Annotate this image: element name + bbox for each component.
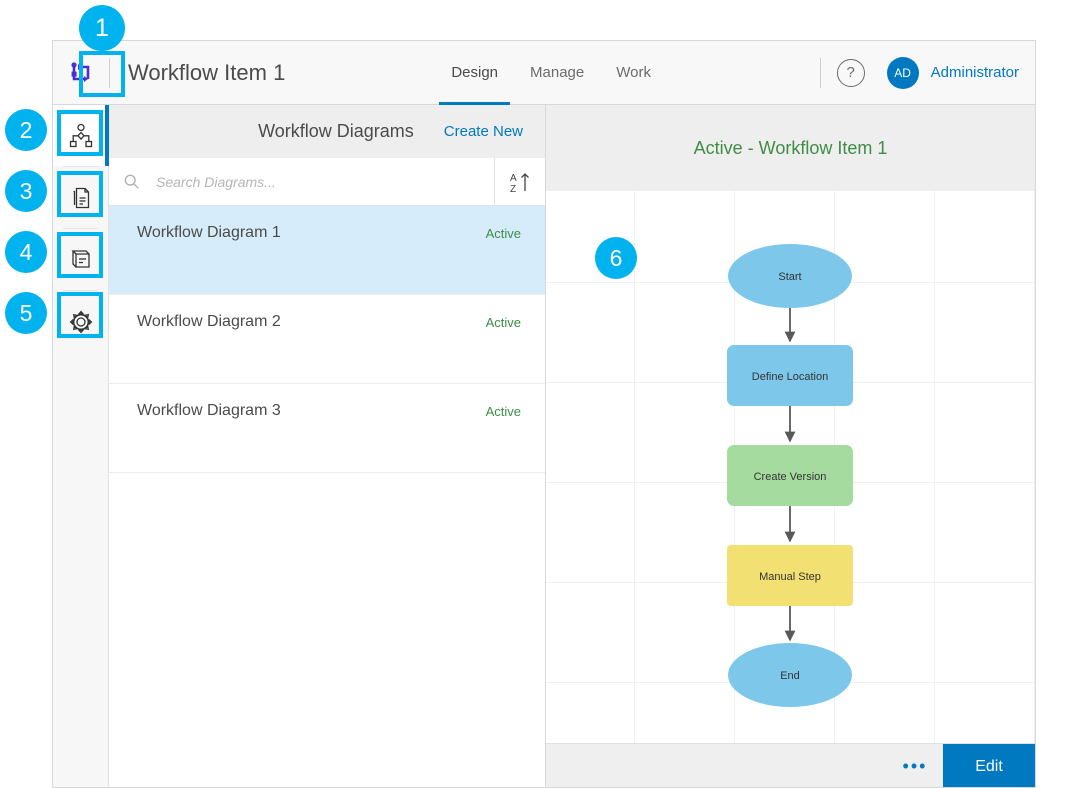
status-badge: Active	[486, 224, 521, 241]
tab-design-label: Design	[451, 64, 498, 81]
more-options-button[interactable]: •••	[887, 744, 943, 788]
workflow-logo-icon	[68, 60, 94, 86]
flow-node-end-label: End	[780, 670, 800, 682]
flow-node-manual-step[interactable]: Manual Step	[727, 545, 853, 606]
header-right-group: ? AD Administrator	[804, 57, 1035, 89]
sort-az-icon: A Z	[507, 169, 533, 195]
tab-manage[interactable]: Manage	[514, 41, 600, 105]
status-badge: Active	[486, 313, 521, 330]
diagram-name: Workflow Diagram 1	[137, 224, 486, 242]
table-row[interactable]: Workflow Diagram 2 Active	[109, 295, 545, 384]
header-tabs: Design Manage Work	[435, 41, 667, 105]
table-row[interactable]: Workflow Diagram 3 Active	[109, 384, 545, 473]
sidebar-item-templates[interactable]	[53, 229, 109, 290]
sidebar-item-settings[interactable]	[53, 291, 109, 352]
flow-node-create-version-label: Create Version	[754, 471, 827, 483]
list-panel-header: Workflow Diagrams Create New	[109, 105, 545, 158]
diagram-name: Workflow Diagram 2	[137, 313, 486, 331]
flow-node-define-location-label: Define Location	[752, 371, 828, 383]
avatar-initials: AD	[894, 66, 911, 80]
cards-icon	[68, 247, 94, 273]
diagram-canvas-area: Active - Workflow Item 1	[546, 105, 1035, 788]
sidebar-item-diagrams[interactable]	[53, 105, 109, 166]
svg-text:Z: Z	[510, 184, 516, 195]
callout-badge-4: 4	[5, 231, 47, 273]
app-body: Workflow Diagrams Create New	[53, 105, 1035, 788]
flow-node-define-location[interactable]: Define Location	[727, 345, 853, 406]
gear-icon	[68, 309, 94, 335]
diagram-name: Workflow Diagram 3	[137, 402, 486, 420]
callout-badge-3: 3	[5, 170, 47, 212]
tab-manage-label: Manage	[530, 64, 584, 81]
documents-icon	[68, 185, 94, 211]
svg-text:A: A	[510, 173, 517, 184]
screenshot-root: Workflow Item 1 Design Manage Work ?	[0, 0, 1088, 788]
tab-work-label: Work	[616, 64, 651, 81]
sidebar-item-documents[interactable]	[53, 167, 109, 228]
hierarchy-icon	[68, 123, 94, 149]
application-window: Workflow Item 1 Design Manage Work ?	[52, 40, 1036, 788]
flow-node-create-version[interactable]: Create Version	[727, 445, 853, 506]
search-box[interactable]	[109, 158, 494, 205]
search-input[interactable]	[154, 173, 492, 191]
header-right-divider	[820, 58, 821, 88]
avatar[interactable]: AD	[887, 57, 919, 89]
canvas-title-bar: Active - Workflow Item 1	[546, 105, 1035, 191]
callout-badge-6: 6	[595, 237, 637, 279]
flow-node-end[interactable]: End	[728, 643, 852, 707]
header-divider	[109, 58, 110, 88]
tab-work[interactable]: Work	[600, 41, 667, 105]
sort-az-button[interactable]: A Z	[494, 158, 545, 205]
canvas-footer: ••• Edit	[546, 743, 1035, 788]
search-row: A Z	[109, 158, 545, 206]
tab-design[interactable]: Design	[435, 41, 514, 105]
diagram-list: Workflow Diagram 1 Active Workflow Diagr…	[109, 206, 545, 788]
callout-badge-2: 2	[5, 109, 47, 151]
list-panel-title: Workflow Diagrams	[258, 121, 414, 142]
callout-badge-5: 5	[5, 292, 47, 334]
search-icon	[123, 173, 141, 191]
help-glyph: ?	[846, 64, 854, 81]
diagram-list-panel: Workflow Diagrams Create New	[109, 105, 546, 788]
help-icon[interactable]: ?	[837, 59, 865, 87]
page-title: Workflow Item 1	[128, 60, 285, 86]
create-new-button[interactable]: Create New	[444, 123, 523, 140]
callout-badge-1: 1	[79, 5, 125, 51]
status-badge: Active	[486, 402, 521, 419]
edit-button[interactable]: Edit	[943, 744, 1035, 788]
table-row[interactable]: Workflow Diagram 1 Active	[109, 206, 545, 295]
app-header: Workflow Item 1 Design Manage Work ?	[53, 41, 1035, 105]
user-name-link[interactable]: Administrator	[931, 64, 1019, 81]
flow-node-start-label: Start	[778, 271, 801, 283]
flow-node-manual-step-label: Manual Step	[759, 571, 821, 583]
icon-rail	[53, 105, 109, 788]
canvas-title: Active - Workflow Item 1	[694, 138, 888, 159]
flow-node-start[interactable]: Start	[728, 244, 852, 308]
